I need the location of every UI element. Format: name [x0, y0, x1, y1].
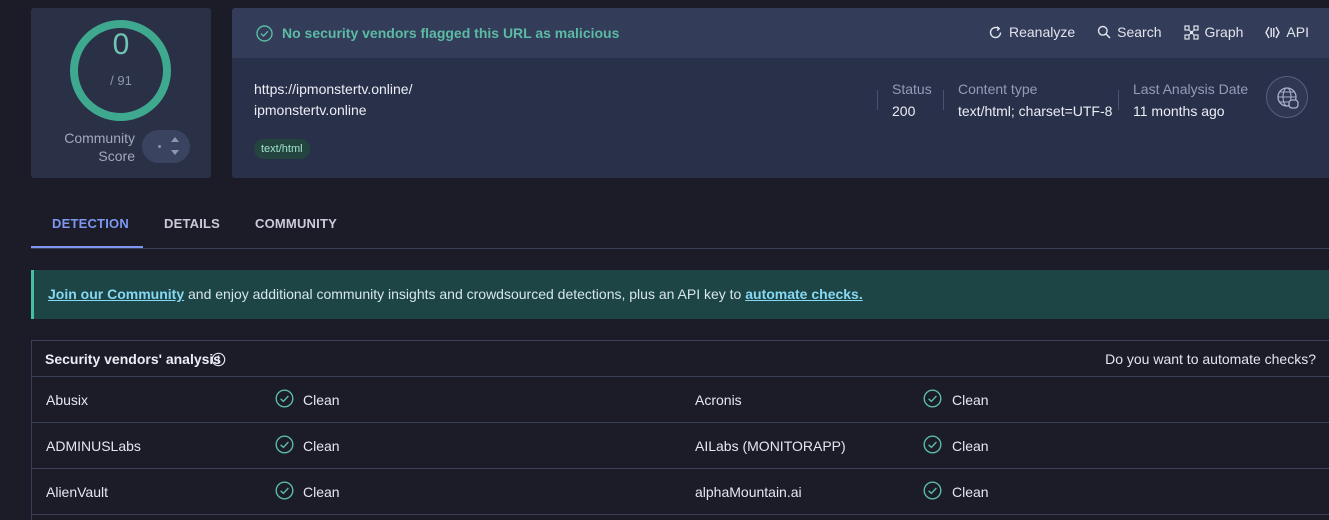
refresh-icon	[989, 25, 1002, 38]
scanned-url[interactable]: https://ipmonstertv.online/	[254, 81, 412, 97]
vendor-row: ADMINUSLabs Clean AILabs (MONITORAPP) Cl…	[32, 423, 1329, 469]
vendor-result: Clean	[952, 438, 989, 454]
verdict-header: No security vendors flagged this URL as …	[232, 8, 1329, 58]
vendor-row: Abusix Clean Acronis Clean	[32, 377, 1329, 423]
vendor-result: Clean	[952, 392, 989, 408]
info-icon[interactable]	[211, 352, 226, 367]
graph-button[interactable]: Graph	[1183, 24, 1243, 40]
content-type-field: Content type text/html; charset=UTF-8	[958, 81, 1113, 119]
vendors-analysis: Security vendors' analysis Do you want t…	[31, 340, 1329, 520]
check-circle-icon	[923, 389, 942, 408]
tab-community[interactable]: COMMUNITY	[255, 216, 337, 231]
active-tab-indicator	[31, 246, 143, 248]
banner-text: Join our Community and enjoy additional …	[48, 286, 863, 302]
content-tag[interactable]: text/html	[254, 139, 310, 159]
automate-checks-prompt[interactable]: Do you want to automate checks?	[1105, 351, 1316, 367]
downvote-icon[interactable]	[171, 150, 179, 155]
vendor-result: Clean	[303, 438, 340, 454]
check-circle-icon	[923, 435, 942, 454]
divider	[1118, 90, 1119, 110]
last-analysis-field: Last Analysis Date 11 months ago	[1133, 81, 1249, 119]
community-vote-control[interactable]	[142, 130, 190, 163]
score-card: 0 / 91 Community Score	[31, 8, 211, 178]
community-score-dot	[158, 145, 161, 148]
vendor-result: Clean	[952, 484, 989, 500]
api-icon	[1265, 26, 1281, 38]
community-score-label: Community Score	[64, 130, 135, 164]
vendor-name: AILabs (MONITORAPP)	[695, 438, 846, 454]
join-community-link[interactable]: Join our Community	[48, 286, 184, 302]
automate-checks-link[interactable]: automate checks.	[745, 286, 863, 302]
graph-icon	[1183, 24, 1199, 40]
check-circle-icon	[923, 481, 942, 500]
status-field: Status 200	[892, 81, 932, 119]
vendor-row: AlienVault Clean alphaMountain.ai Clean	[32, 469, 1329, 515]
vendor-name: AlienVault	[46, 484, 109, 500]
url-info-card: No security vendors flagged this URL as …	[232, 8, 1329, 178]
tab-details[interactable]: DETAILS	[164, 216, 220, 231]
check-circle-icon	[275, 481, 294, 500]
last-analysis-value: 11 months ago	[1133, 103, 1225, 119]
check-circle-icon	[275, 389, 294, 408]
search-button[interactable]: Search	[1097, 24, 1162, 40]
check-circle-icon	[275, 435, 294, 454]
divider	[877, 90, 878, 110]
content-type-value: text/html; charset=UTF-8	[958, 103, 1113, 119]
check-circle-icon	[256, 25, 273, 42]
scanned-domain[interactable]: ipmonstertv.online	[254, 102, 367, 118]
detection-total: / 91	[110, 73, 132, 88]
action-bar: Reanalyze Search Graph API	[988, 24, 1309, 40]
url-globe-icon	[1266, 76, 1308, 118]
upvote-icon[interactable]	[171, 137, 179, 142]
vendor-name: ADMINUSLabs	[46, 438, 141, 454]
verdict-text: No security vendors flagged this URL as …	[282, 25, 620, 41]
detection-score: 0	[112, 28, 130, 61]
globe-link-icon	[1277, 87, 1299, 109]
divider	[943, 90, 944, 110]
vendor-result: Clean	[303, 392, 340, 408]
tab-bar: DETECTION DETAILS COMMUNITY	[31, 200, 1329, 249]
vendor-name: Abusix	[46, 392, 89, 408]
search-icon	[1097, 25, 1111, 39]
vendors-title: Security vendors' analysis	[45, 351, 222, 367]
vendors-header: Security vendors' analysis Do you want t…	[32, 341, 1329, 377]
tab-detection[interactable]: DETECTION	[52, 216, 129, 231]
reanalyze-button[interactable]: Reanalyze	[988, 24, 1075, 40]
vendor-name: alphaMountain.ai	[695, 484, 802, 500]
vendor-result: Clean	[303, 484, 340, 500]
status-value: 200	[892, 103, 916, 119]
vendor-name: Acronis	[695, 392, 742, 408]
community-banner: Join our Community and enjoy additional …	[31, 270, 1329, 319]
api-button[interactable]: API	[1265, 24, 1309, 40]
